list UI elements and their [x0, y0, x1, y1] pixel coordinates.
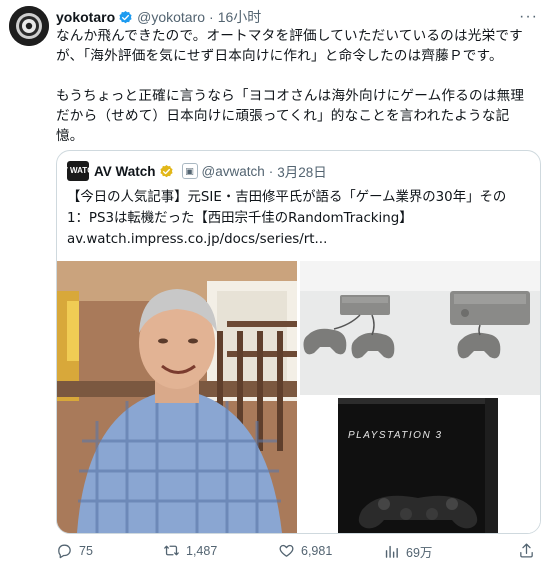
photo-ps-classic[interactable]	[300, 261, 540, 395]
share-button[interactable]	[518, 542, 541, 559]
views-chart-icon	[385, 545, 398, 558]
reply-button[interactable]: 75	[56, 542, 93, 559]
retweet-button[interactable]: 1,487	[163, 542, 217, 559]
quote-author-handle[interactable]: @avwatch	[202, 164, 265, 179]
reply-icon	[58, 544, 71, 559]
action-bar: 75 1,487 6,981 69万	[56, 540, 536, 564]
quote-media-grid: PLAYSTATION 3	[57, 261, 540, 533]
verified-gold-icon	[159, 164, 173, 177]
tweet-text: なんか飛んできたので。オートマタを評価していただいているのは光栄ですが、「海外評…	[56, 28, 525, 144]
quote-date[interactable]: 3月28日	[277, 161, 327, 181]
reply-count: 75	[79, 543, 93, 558]
av-watch-logo: AV WATCH	[57, 161, 99, 181]
quoted-tweet[interactable]: AV WATCH AV Watch ▣ @avwatch · 3月28日 【今日…	[56, 150, 541, 534]
quote-link[interactable]: av.watch.impress.co.jp/docs/series/rt...	[67, 229, 532, 250]
header-separator: ·	[209, 9, 214, 25]
tweet-time[interactable]: 16小时	[218, 7, 262, 27]
quote-header: AV WATCH AV Watch ▣ @avwatch · 3月28日	[57, 161, 327, 181]
quote-text-line: 【今日の人気記事】元SIE・吉田修平氏が語る「ゲーム業界の30年」その	[67, 190, 507, 205]
retweet-count: 1,487	[186, 543, 218, 558]
quote-text-line: 1：PS3は転機だった【西田宗千佳のRandomTracking】	[67, 211, 413, 226]
photo-ps3[interactable]: PLAYSTATION 3	[300, 398, 540, 533]
share-icon	[520, 543, 533, 558]
like-button[interactable]: 6,981	[278, 542, 332, 559]
like-count: 6,981	[301, 543, 333, 558]
view-count: 69万	[406, 546, 433, 560]
tweet[interactable]: yokotaro @yokotaro · 16小时 ··· なんか飛んできたので…	[0, 0, 550, 569]
more-options-icon[interactable]: ···	[519, 8, 538, 26]
ps3-logo-text: PLAYSTATION 3	[348, 430, 443, 441]
heart-icon	[279, 544, 294, 557]
quote-author-name[interactable]: AV Watch	[94, 164, 156, 179]
avatar-image	[9, 6, 49, 46]
quote-separator: ·	[268, 163, 274, 179]
views-button[interactable]: 69万	[383, 542, 432, 561]
photo-person[interactable]	[57, 261, 297, 533]
author-name[interactable]: yokotaro	[56, 9, 115, 25]
affiliation-badge-icon: ▣	[181, 163, 198, 179]
tweet-header: yokotaro @yokotaro · 16小时	[56, 7, 540, 27]
author-handle[interactable]: @yokotaro	[137, 9, 205, 25]
verified-icon	[119, 10, 132, 23]
retweet-icon	[164, 545, 179, 556]
avatar[interactable]	[9, 6, 49, 46]
quote-text: 【今日の人気記事】元SIE・吉田修平氏が語る「ゲーム業界の30年」その 1：PS…	[67, 187, 532, 250]
